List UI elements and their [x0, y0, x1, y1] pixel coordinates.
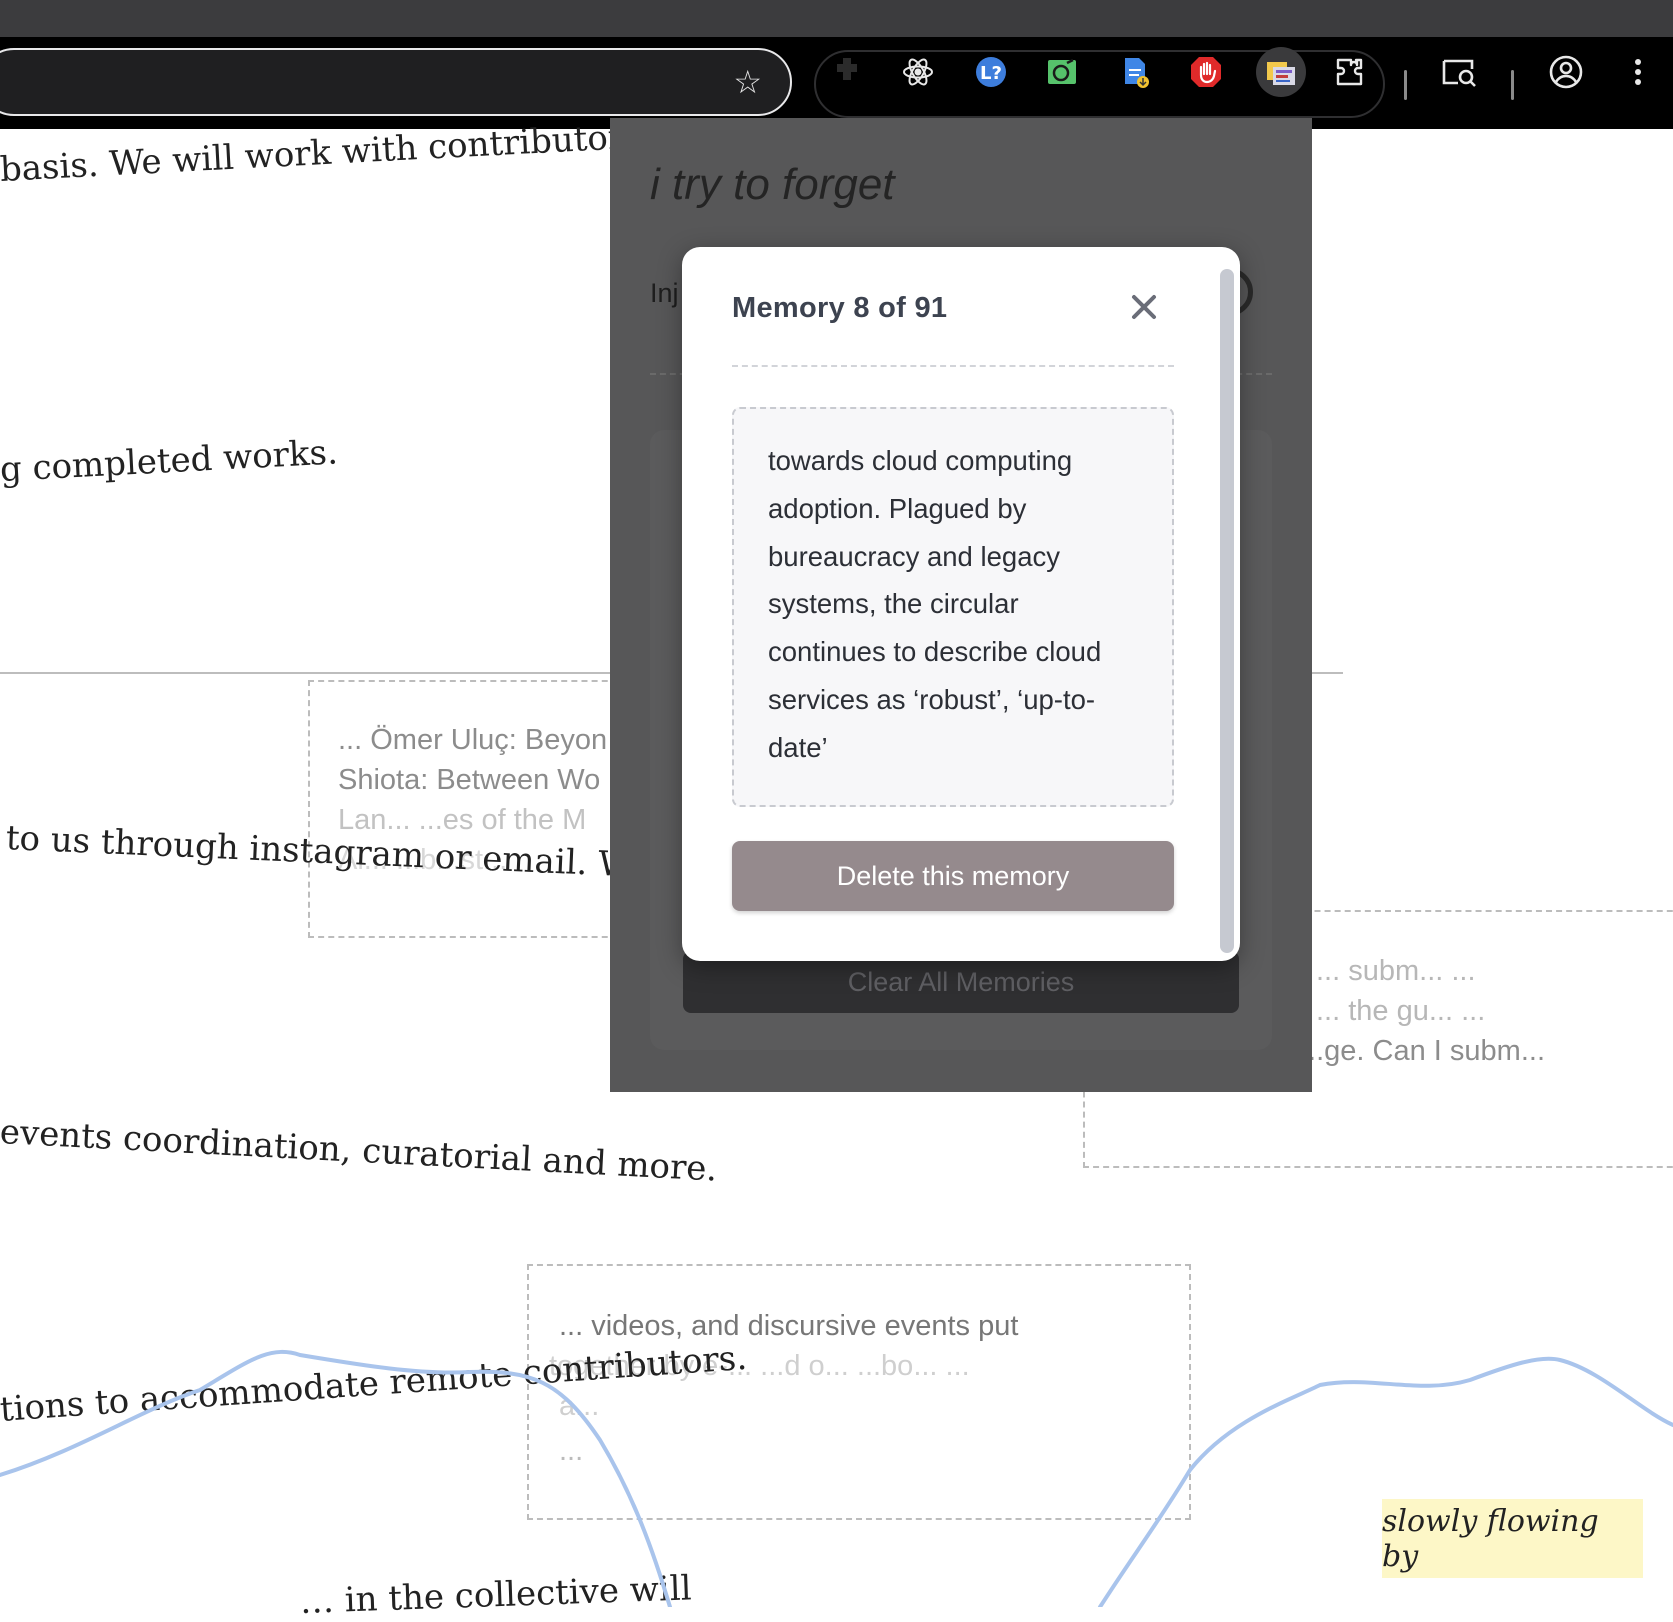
modal-title: Memory 8 of 91 — [732, 292, 948, 324]
snippet-text: Shiota: Between Wo — [338, 764, 601, 796]
popup-title: i try to forget — [650, 160, 895, 209]
snippet-text: ... subm... ... — [1316, 955, 1476, 987]
react-devtools-icon[interactable] — [896, 50, 940, 94]
snippet-text: Lan... ...es of the M — [338, 804, 587, 836]
active-extension-icon[interactable] — [1256, 47, 1306, 97]
snippet-text: ... the gu... ... — [1316, 995, 1486, 1027]
extensions-puzzle-icon[interactable] — [825, 50, 869, 94]
profile-icon[interactable] — [1544, 50, 1588, 94]
delete-memory-button[interactable]: Delete this memory — [732, 841, 1174, 911]
more-menu-icon[interactable] — [1616, 50, 1660, 94]
page-text-line: events coordination, curatorial and more… — [0, 1112, 719, 1190]
address-bar[interactable]: ☆ — [0, 48, 792, 116]
snippet-text: ... — [559, 1435, 584, 1467]
svg-text:L?: L? — [980, 63, 1002, 84]
page-text-line: g completed works. — [0, 432, 339, 490]
memory-snippet-box — [527, 1264, 1191, 1520]
inject-label: Inj — [650, 278, 679, 308]
snippet-text: ... videos, and discursive events put — [559, 1310, 1019, 1342]
toolbar-divider — [1511, 70, 1514, 100]
lastpass-icon[interactable]: L? — [969, 50, 1013, 94]
tab-search-icon[interactable] — [1437, 50, 1481, 94]
modal-scrollbar[interactable] — [1220, 269, 1234, 953]
window-title-bar — [0, 0, 1673, 37]
star-icon[interactable]: ☆ — [733, 63, 762, 101]
memory-modal: Memory 8 of 91 towards cloud computing a… — [682, 247, 1240, 961]
memory-text: towards cloud computing adoption. Plague… — [768, 445, 1102, 763]
snippet-text: ...ge. Can I subm... — [1300, 1035, 1545, 1067]
memory-content-box: towards cloud computing adoption. Plague… — [732, 407, 1174, 807]
sticker-note: slowly flowing by — [1382, 1499, 1643, 1578]
adblock-hand-icon[interactable] — [1184, 50, 1228, 94]
screenshot-extension-icon[interactable] — [1040, 50, 1084, 94]
snippet-text: ... Ömer Uluç: Beyon — [338, 724, 608, 756]
snippet-text: a... — [559, 1390, 600, 1422]
extensions-menu-icon[interactable] — [1328, 50, 1372, 94]
page-text-line: … in the collective will — [299, 1568, 693, 1622]
close-x-icon[interactable] — [1122, 285, 1166, 329]
document-download-icon[interactable] — [1113, 50, 1157, 94]
modal-divider — [732, 365, 1174, 367]
toolbar-divider — [1404, 70, 1407, 100]
